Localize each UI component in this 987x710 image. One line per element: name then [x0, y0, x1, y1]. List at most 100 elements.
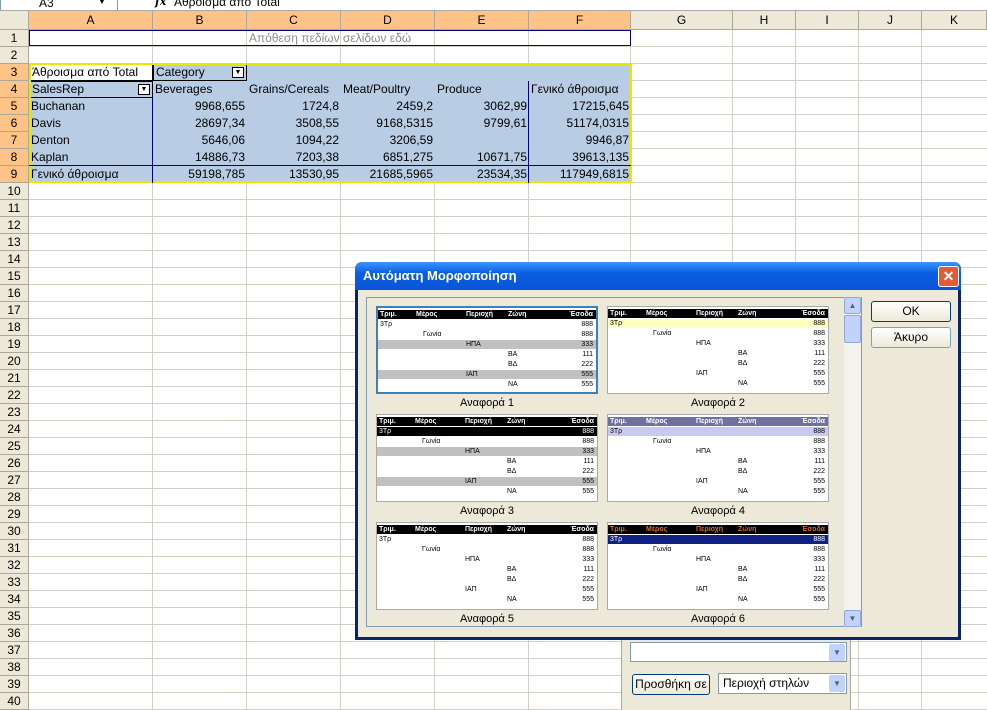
area-select[interactable]: Περιοχή στηλών ▼ [718, 673, 847, 694]
pivot-row-label[interactable]: Davis [29, 115, 153, 132]
add-to-button[interactable]: Προσθήκη σε [632, 674, 710, 695]
cancel-button[interactable]: Άκυρο [871, 327, 951, 348]
row-header[interactable]: 31 [0, 540, 29, 557]
pivot-col-header[interactable]: Beverages [153, 81, 247, 98]
row-header[interactable]: 16 [0, 285, 29, 302]
row-header[interactable]: 23 [0, 404, 29, 421]
row-header[interactable]: 4 [0, 81, 29, 98]
column-header-h[interactable]: H [733, 11, 796, 30]
pivot-value-cell[interactable]: 117949,6815 [529, 166, 631, 183]
row-header[interactable]: 34 [0, 591, 29, 608]
row-header[interactable]: 9 [0, 166, 29, 183]
select-all-corner[interactable] [0, 11, 29, 30]
field-list-combo[interactable]: ▼ [630, 642, 847, 662]
format-option-2[interactable]: Τριμ. Μέρος Περιοχή Ζώνη Έσοδα 3Τρ 888 Γωνία 888… [607, 306, 829, 394]
row-header[interactable]: 33 [0, 574, 29, 591]
row-header[interactable]: 6 [0, 115, 29, 132]
ok-button[interactable]: OK [871, 301, 951, 322]
page-field-drop-zone[interactable]: Απόθεση πεδίων σελίδων εδώ [29, 30, 631, 46]
column-header-a[interactable]: A [29, 11, 153, 30]
row-header[interactable]: 11 [0, 200, 29, 217]
row-header[interactable]: 18 [0, 319, 29, 336]
pivot-value-cell[interactable]: 39613,135 [529, 149, 631, 166]
row-header[interactable]: 22 [0, 387, 29, 404]
pivot-value-cell[interactable]: 2459,2 [341, 98, 435, 115]
format-option-3[interactable]: Τριμ. Μέρος Περιοχή Ζώνη Έσοδα 3Τρ 888 Γωνία 888… [376, 414, 598, 502]
row-header[interactable]: 1 [0, 30, 29, 47]
pivot-value-cell[interactable]: 23534,35 [435, 166, 529, 183]
fx-icon[interactable]: fx [155, 0, 166, 9]
row-header[interactable]: 29 [0, 506, 29, 523]
row-header[interactable]: 12 [0, 217, 29, 234]
pivot-col-header[interactable]: Γενικό άθροισμα [529, 81, 631, 98]
column-header-f[interactable]: F [529, 11, 631, 30]
row-header[interactable]: 24 [0, 421, 29, 438]
pivot-row-field-button[interactable]: SalesRep ▼ [29, 81, 153, 98]
scroll-up-icon[interactable]: ▲ [844, 297, 861, 314]
pivot-value-cell[interactable]: 9968,655 [153, 98, 247, 115]
row-header[interactable]: 30 [0, 523, 29, 540]
row-header[interactable]: 17 [0, 302, 29, 319]
close-icon[interactable]: ✕ [938, 266, 959, 287]
pivot-value-cell[interactable]: 9799,61 [435, 115, 529, 132]
column-header-b[interactable]: B [153, 11, 247, 30]
pivot-value-cell[interactable]: 3508,55 [247, 115, 341, 132]
row-header[interactable]: 26 [0, 455, 29, 472]
row-header[interactable]: 36 [0, 625, 29, 642]
pivot-value-cell[interactable]: 13530,95 [247, 166, 341, 183]
scroll-down-icon[interactable]: ▼ [844, 610, 861, 627]
row-header[interactable]: 14 [0, 251, 29, 268]
pivot-row-label[interactable]: Γενικό άθροισμα [29, 166, 153, 183]
pivot-col-header[interactable]: Meat/Poultry [341, 81, 435, 98]
row-header[interactable]: 38 [0, 659, 29, 676]
dialog-title-bar[interactable]: Αυτόματη Μορφοποίηση ✕ [355, 262, 961, 290]
pivot-value-cell[interactable]: 51174,0315 [529, 115, 631, 132]
row-header[interactable]: 25 [0, 438, 29, 455]
pivot-value-cell[interactable] [435, 132, 529, 149]
pivot-column-field-button[interactable]: Category ▼ [153, 64, 247, 81]
row-header[interactable]: 37 [0, 642, 29, 659]
pivot-value-cell[interactable]: 17215,645 [529, 98, 631, 115]
pivot-value-cell[interactable]: 5646,06 [153, 132, 247, 149]
row-header[interactable]: 39 [0, 676, 29, 693]
pivot-value-cell[interactable]: 6851,275 [341, 149, 435, 166]
pivot-data-field-label[interactable]: Άθροισμα από Total [29, 64, 153, 81]
row-header[interactable]: 32 [0, 557, 29, 574]
format-option-6[interactable]: Τριμ. Μέρος Περιοχή Ζώνη Έσοδα 3Τρ 888 Γωνία 888… [607, 522, 829, 610]
name-box-dropdown-icon[interactable]: ▼ [98, 0, 106, 9]
row-header[interactable]: 20 [0, 353, 29, 370]
pivot-value-cell[interactable]: 28697,34 [153, 115, 247, 132]
row-header[interactable]: 27 [0, 472, 29, 489]
format-option-4[interactable]: Τριμ. Μέρος Περιοχή Ζώνη Έσοδα 3Τρ 888 Γωνία 888… [607, 414, 829, 502]
column-header-i[interactable]: I [796, 11, 859, 30]
column-header-g[interactable]: G [631, 11, 733, 30]
row-header[interactable]: 21 [0, 370, 29, 387]
format-gallery[interactable]: Τριμ. Μέρος Περιοχή Ζώνη Έσοδα 3Τρ 888 Γωνία 888… [366, 297, 862, 627]
pivot-value-cell[interactable]: 59198,785 [153, 166, 247, 183]
formula-input[interactable]: Αθροισμα απο Total [174, 0, 280, 9]
row-header[interactable]: 5 [0, 98, 29, 115]
pivot-row-label[interactable]: Denton [29, 132, 153, 149]
pivot-value-cell[interactable]: 9946,87 [529, 132, 631, 149]
column-header-e[interactable]: E [435, 11, 529, 30]
pivot-value-cell[interactable]: 3206,59 [341, 132, 435, 149]
row-header[interactable]: 8 [0, 149, 29, 166]
pivot-row-label[interactable]: Kaplan [29, 149, 153, 166]
pivot-value-cell[interactable]: 9168,5315 [341, 115, 435, 132]
row-header[interactable]: 2 [0, 47, 29, 64]
row-header[interactable]: 35 [0, 608, 29, 625]
chevron-down-icon[interactable]: ▼ [829, 675, 845, 692]
pivot-value-cell[interactable]: 21685,5965 [341, 166, 435, 183]
row-header[interactable]: 7 [0, 132, 29, 149]
scroll-thumb[interactable] [844, 315, 861, 343]
pivot-row-label[interactable]: Buchanan [29, 98, 153, 115]
row-header[interactable]: 19 [0, 336, 29, 353]
pivot-value-cell[interactable]: 1724,8 [247, 98, 341, 115]
column-header-j[interactable]: J [859, 11, 922, 30]
pivot-value-cell[interactable]: 3062,99 [435, 98, 529, 115]
row-header[interactable]: 28 [0, 489, 29, 506]
column-header-c[interactable]: C [247, 11, 341, 30]
row-header[interactable]: 13 [0, 234, 29, 251]
pivot-value-cell[interactable]: 1094,22 [247, 132, 341, 149]
pivot-col-header[interactable]: Produce [435, 81, 529, 98]
